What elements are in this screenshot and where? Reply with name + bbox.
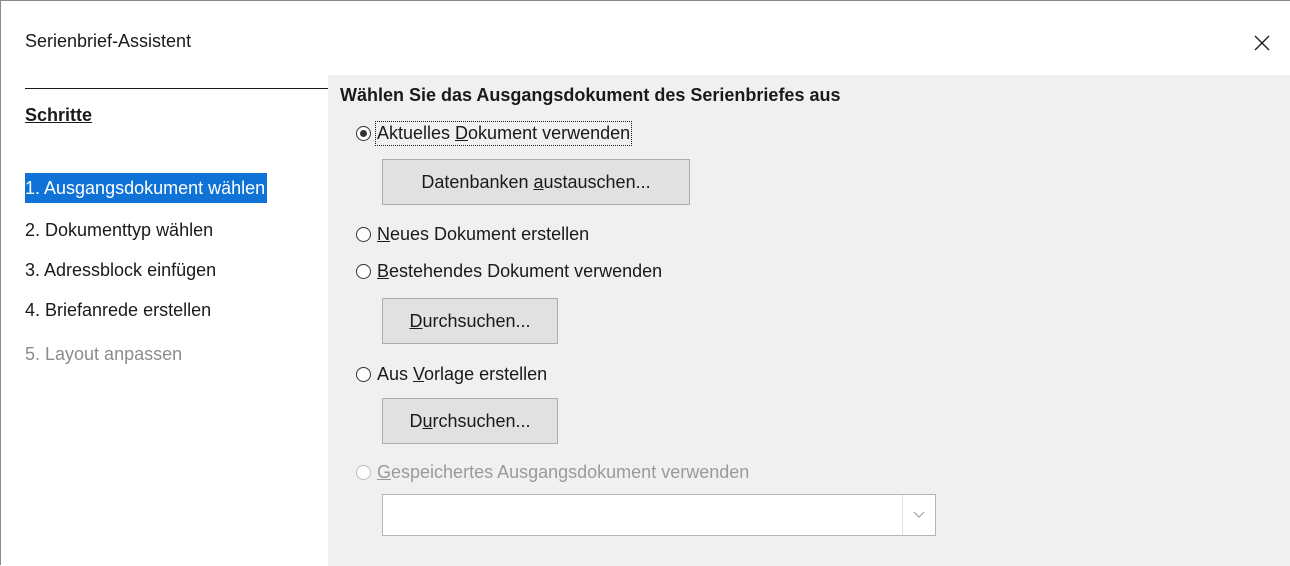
- button-label: Durchsuchen...: [409, 310, 531, 331]
- radio-label: Bestehendes Dokument verwenden: [377, 260, 663, 281]
- step-create-salutation[interactable]: 4. Briefanrede erstellen: [25, 295, 213, 325]
- content-panel: Wählen Sie das Ausgangsdokument des Seri…: [328, 75, 1290, 566]
- window-title: Serienbrief-Assistent: [25, 31, 192, 51]
- step-adjust-layout: 5. Layout anpassen: [25, 344, 183, 364]
- exchange-databases-button[interactable]: Datenbanken austauschen...: [382, 159, 690, 205]
- radio-indicator[interactable]: [356, 263, 371, 279]
- radio-label: Aus Vorlage erstellen: [377, 363, 548, 384]
- radio-use-current-document[interactable]: Aktuelles Dokument verwenden: [356, 120, 633, 146]
- steps-panel: Schritte 1. Ausgangsdokument wählen 2. D…: [1, 75, 328, 566]
- radio-indicator[interactable]: [356, 125, 371, 141]
- chevron-down-icon: [913, 511, 925, 518]
- browse-existing-button[interactable]: Durchsuchen...: [382, 298, 558, 344]
- radio-label: Gespeichertes Ausgangsdokument verwenden: [377, 461, 750, 482]
- radio-use-saved-document: Gespeichertes Ausgangsdokument verwenden: [356, 459, 749, 485]
- radio-create-new-document[interactable]: Neues Dokument erstellen: [356, 221, 589, 247]
- step-insert-address-block[interactable]: 3. Adressblock einfügen: [25, 255, 218, 285]
- radio-label: Neues Dokument erstellen: [377, 223, 590, 244]
- radio-use-existing-document[interactable]: Bestehendes Dokument verwenden: [356, 258, 662, 284]
- page-title: Wählen Sie das Ausgangsdokument des Seri…: [340, 85, 841, 105]
- button-label: Datenbanken austauschen...: [421, 171, 651, 192]
- radio-indicator: [356, 464, 371, 480]
- saved-documents-combobox: [382, 494, 936, 536]
- steps-heading: Schritte: [25, 105, 93, 125]
- title-bar: Serienbrief-Assistent: [1, 1, 1290, 75]
- radio-indicator[interactable]: [356, 226, 371, 242]
- step-select-starting-document[interactable]: 1. Ausgangsdokument wählen: [25, 173, 268, 203]
- close-icon: [1254, 35, 1270, 51]
- close-button[interactable]: [1242, 23, 1282, 63]
- button-label: Durchsuchen...: [409, 410, 531, 431]
- steps-divider: [25, 88, 328, 89]
- radio-indicator[interactable]: [356, 366, 371, 382]
- step-select-document-type[interactable]: 2. Dokumenttyp wählen: [25, 215, 215, 245]
- radio-label: Aktuelles Dokument verwenden: [374, 120, 633, 146]
- radio-create-from-template[interactable]: Aus Vorlage erstellen: [356, 361, 547, 387]
- combobox-dropdown-button: [902, 495, 935, 535]
- browse-template-button[interactable]: Durchsuchen...: [382, 398, 558, 444]
- mail-merge-wizard-dialog: Serienbrief-Assistent Schritte 1. Ausgan…: [0, 0, 1290, 566]
